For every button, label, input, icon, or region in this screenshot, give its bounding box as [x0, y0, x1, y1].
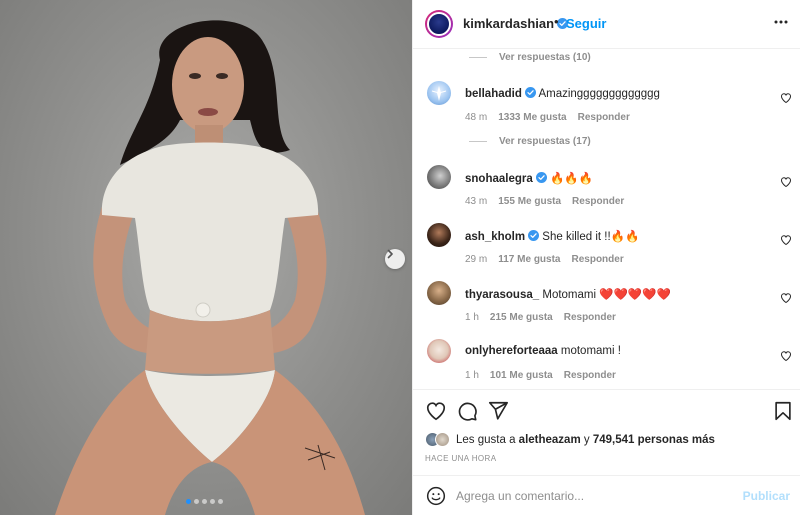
send-icon[interactable]	[487, 400, 509, 427]
commenter-avatar[interactable]	[427, 165, 451, 189]
commenter-avatar[interactable]	[427, 339, 451, 363]
follow-button[interactable]: Seguir	[566, 16, 606, 31]
comment-likes[interactable]: 101 Me gusta	[490, 370, 553, 381]
verified-badge-icon	[535, 172, 547, 183]
comment-likes[interactable]: 215 Me gusta	[490, 312, 553, 323]
comment-time: 29 m	[465, 254, 488, 265]
post-side-panel: kimkardashian • Seguir Ver respuestas (1…	[412, 0, 800, 515]
reply-button[interactable]: Responder	[564, 370, 616, 381]
verified-badge-icon	[528, 230, 540, 241]
comment-likes[interactable]: 1333 Me gusta	[498, 112, 566, 123]
comment-likes[interactable]: 155 Me gusta	[498, 196, 561, 207]
photo-illustration	[55, 20, 365, 515]
comment-username[interactable]: bellahadid	[465, 88, 522, 100]
comment-text: Amazinggggggggggggg	[538, 88, 660, 100]
reply-button[interactable]: Responder	[578, 112, 630, 123]
comment-username[interactable]: ash_kholm	[465, 231, 525, 243]
author-username[interactable]: kimkardashian	[463, 16, 569, 31]
likes-summary[interactable]: Les gusta a aletheazam y 749,541 persona…	[425, 432, 715, 447]
commenter-avatar[interactable]	[427, 281, 451, 305]
header-separator: •	[554, 14, 559, 29]
post-actions: Les gusta a aletheazam y 749,541 persona…	[413, 389, 800, 469]
comment-item: bellahadid Amazinggggggggggggg 48 m 1333 …	[413, 81, 800, 127]
carousel-next-button[interactable]	[385, 249, 405, 269]
heart-icon[interactable]	[425, 400, 447, 427]
author-avatar[interactable]	[425, 10, 453, 38]
post-timestamp: HACE UNA HORA	[425, 454, 497, 463]
comment-username[interactable]: onlyhereforteaaa	[465, 345, 558, 357]
verified-badge-icon	[524, 87, 536, 98]
bookmark-icon[interactable]	[772, 400, 794, 427]
more-horizontal-icon[interactable]	[773, 14, 789, 35]
commenter-avatar[interactable]	[427, 81, 451, 105]
smiley-icon[interactable]	[426, 486, 446, 511]
comment-time: 48 m	[465, 112, 488, 123]
comment-time: 43 m	[465, 196, 488, 207]
comment-input[interactable]	[456, 486, 736, 506]
liker-username[interactable]: aletheazam	[519, 434, 581, 446]
comment-item: thyarasousa_ Motomami ❤️❤️❤️❤️❤️ 1 h 215 …	[413, 281, 800, 327]
liker-avatar	[435, 432, 450, 447]
comment-text: motomami !	[560, 345, 621, 357]
comments-list[interactable]: Ver respuestas (10) bellahadid Amazinggg…	[413, 49, 800, 388]
comment-item: snohaalegra 🔥🔥🔥 43 m 155 Me gusta Responde…	[413, 165, 800, 211]
reply-button[interactable]: Responder	[572, 196, 624, 207]
view-replies-button[interactable]: Ver respuestas (17)	[469, 136, 591, 147]
comment-item: ash_kholm She killed it !!🔥🔥 29 m 117 Me …	[413, 223, 800, 269]
carousel-dot	[186, 499, 191, 504]
post-photo[interactable]	[0, 0, 412, 515]
heart-icon[interactable]	[780, 233, 792, 251]
comment-likes[interactable]: 117 Me gusta	[498, 254, 560, 265]
reply-button[interactable]: Responder	[564, 312, 616, 323]
publish-button[interactable]: Publicar	[743, 489, 790, 503]
commenter-avatar[interactable]	[427, 223, 451, 247]
view-replies-button[interactable]: Ver respuestas (10)	[469, 52, 591, 63]
comment-text: Motomami ❤️❤️❤️❤️❤️	[542, 289, 671, 301]
heart-icon[interactable]	[780, 349, 792, 367]
likes-count[interactable]: 749,541 personas más	[593, 434, 715, 446]
carousel-indicator	[186, 499, 223, 504]
comment-icon[interactable]	[456, 400, 478, 427]
comment-text: She killed it !!🔥🔥	[542, 231, 640, 243]
heart-icon[interactable]	[780, 175, 792, 193]
add-comment-bar: Publicar	[413, 475, 800, 515]
comment-username[interactable]: snohaalegra	[465, 173, 533, 185]
reply-button[interactable]: Responder	[572, 254, 624, 265]
comment-time: 1 h	[465, 370, 479, 381]
carousel-dot	[202, 499, 207, 504]
heart-icon[interactable]	[780, 291, 792, 309]
post-header: kimkardashian • Seguir	[413, 0, 800, 49]
comment-username[interactable]: thyarasousa_	[465, 289, 539, 301]
comment-time: 1 h	[465, 312, 479, 323]
heart-icon[interactable]	[780, 91, 792, 109]
comment-text: 🔥🔥🔥	[549, 173, 593, 185]
comment-item: onlyhereforteaaa motomami ! 1 h 101 Me gu…	[413, 339, 800, 385]
carousel-dot	[218, 499, 223, 504]
carousel-dot	[210, 499, 215, 504]
carousel-dot	[194, 499, 199, 504]
